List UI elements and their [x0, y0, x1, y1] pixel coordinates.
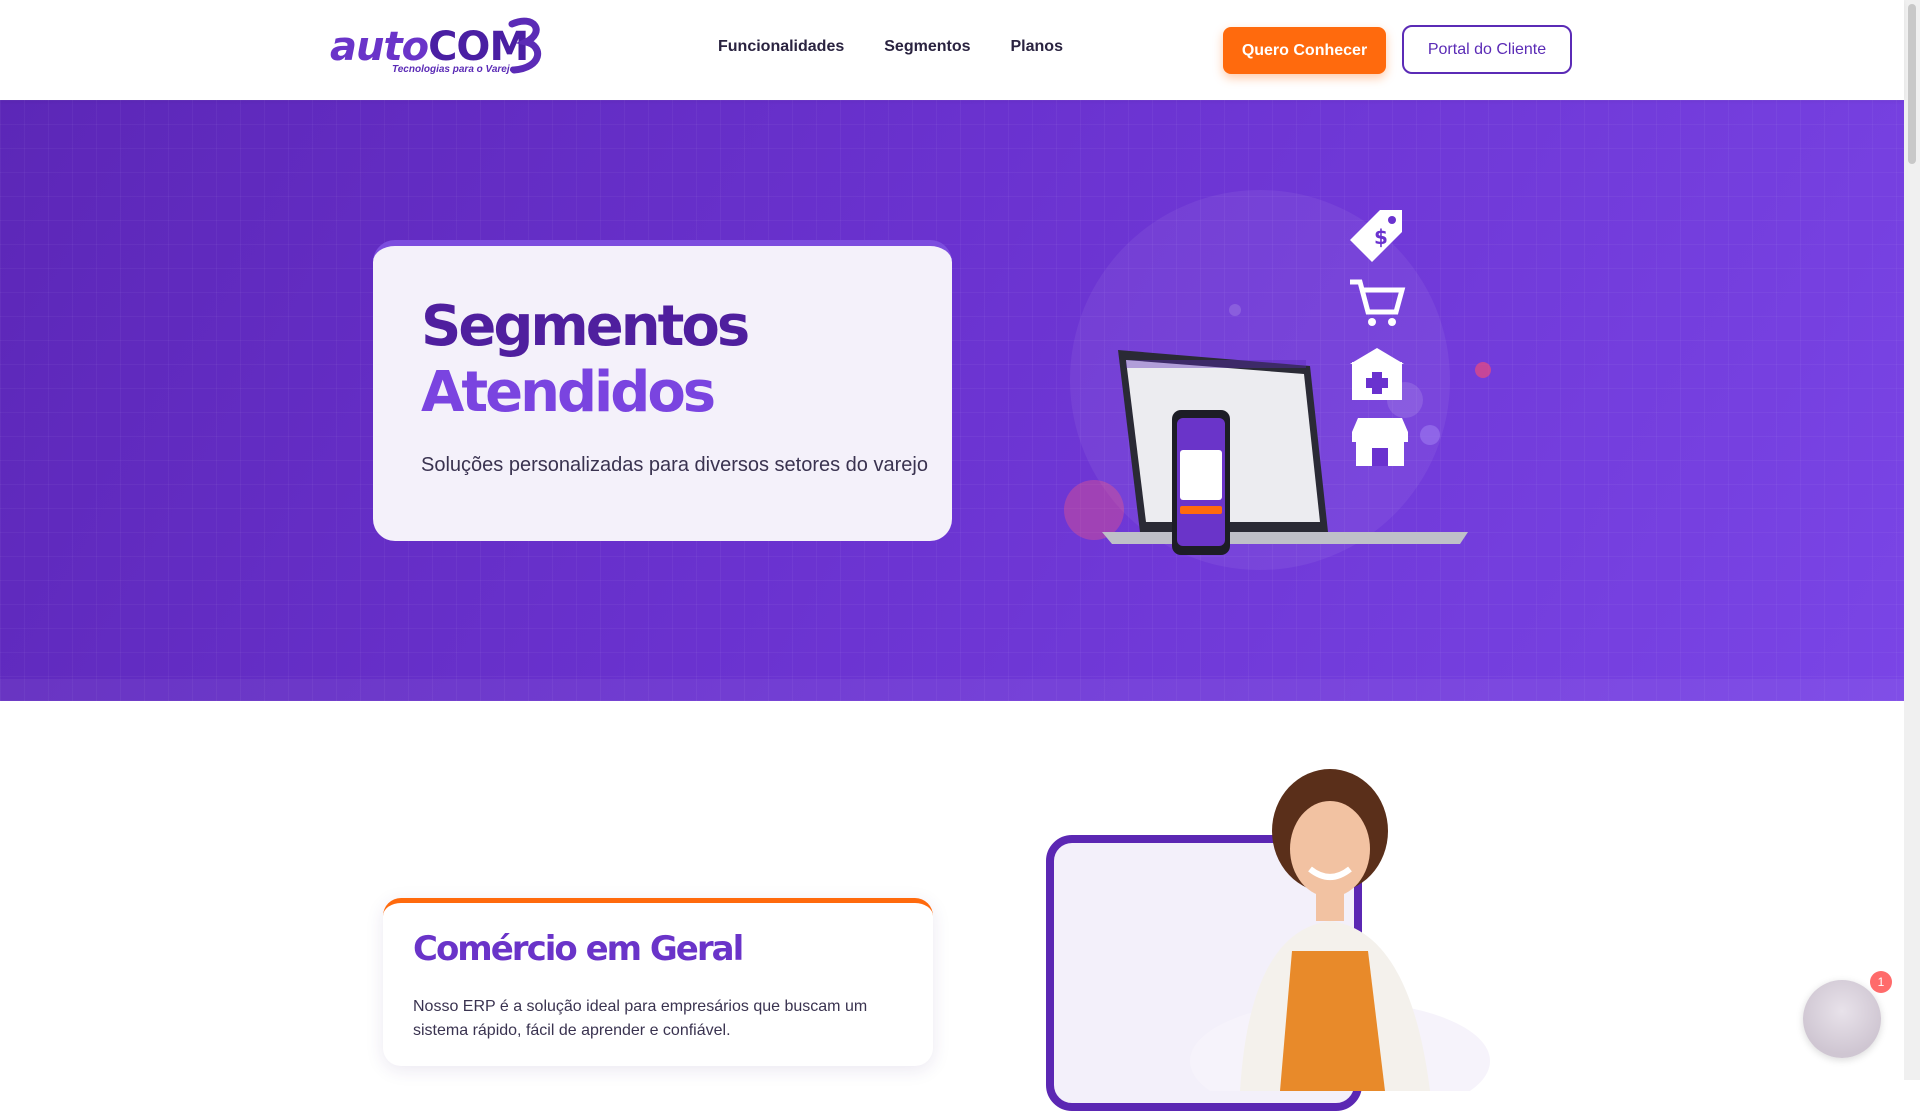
- scrollbar-thumb[interactable]: [1908, 4, 1916, 164]
- title-line-1: Segmentos: [421, 294, 750, 359]
- hero-illustration: $: [1064, 190, 1491, 570]
- segment-description: Nosso ERP é a solução ideal para empresá…: [413, 998, 868, 1039]
- quero-conhecer-button[interactable]: Quero Conhecer: [1223, 27, 1386, 74]
- page-title: Segmentos Atendidos: [421, 294, 750, 426]
- hero-grid-pattern: [0, 100, 1904, 701]
- chat-notification-badge[interactable]: 1: [1870, 971, 1892, 993]
- hero-bottom-band: [0, 679, 1904, 701]
- segment-title: Comércio em Geral: [413, 929, 744, 969]
- segment-card: Comércio em Geral Nosso ERP é a solução …: [383, 898, 933, 1066]
- logo-tagline: Tecnologias para o Varejo: [392, 64, 516, 75]
- storefront-icon: [1352, 418, 1408, 466]
- page-scrollbar[interactable]: [1904, 0, 1920, 1080]
- site-header: autoCOM Tecnologias para o Varejo Funcio…: [0, 0, 1904, 100]
- hero-subtitle: Soluções personalizadas para diversos se…: [421, 454, 928, 476]
- hero-card: Segmentos Atendidos Soluções personaliza…: [373, 240, 952, 541]
- portal-do-cliente-button[interactable]: Portal do Cliente: [1402, 25, 1572, 74]
- nav-planos[interactable]: Planos: [1011, 38, 1063, 56]
- main-nav: Funcionalidades Segmentos Planos: [718, 38, 1063, 56]
- nav-segmentos[interactable]: Segmentos: [884, 38, 970, 56]
- title-line-2: Atendidos: [421, 360, 716, 425]
- shopkeeper-photo: [1190, 769, 1490, 1091]
- autocom-logo[interactable]: autoCOM Tecnologias para o Varejo: [330, 14, 550, 80]
- hero-section: Segmentos Atendidos Soluções personaliza…: [0, 100, 1904, 701]
- svg-text:$: $: [1374, 225, 1388, 249]
- segment-section: Comércio em Geral Nosso ERP é a solução …: [0, 701, 1904, 1111]
- chat-widget-avatar[interactable]: [1803, 980, 1881, 1058]
- phone-mockup: [1172, 410, 1230, 555]
- nav-funcionalidades[interactable]: Funcionalidades: [718, 38, 844, 56]
